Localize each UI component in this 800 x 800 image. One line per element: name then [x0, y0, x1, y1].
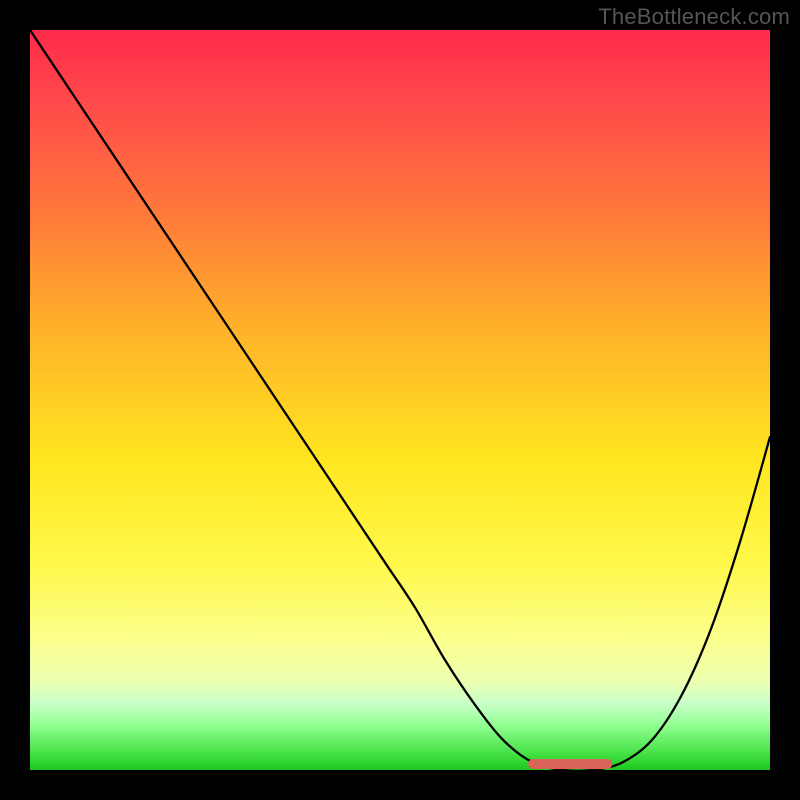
bottleneck-curve [30, 30, 770, 770]
optimal-range-start-cap [528, 759, 538, 769]
plot-area [30, 30, 770, 770]
watermark-label: TheBottleneck.com [598, 4, 790, 30]
curve-path [30, 30, 770, 770]
chart-frame: TheBottleneck.com [0, 0, 800, 800]
optimal-range-end-cap [602, 759, 612, 769]
